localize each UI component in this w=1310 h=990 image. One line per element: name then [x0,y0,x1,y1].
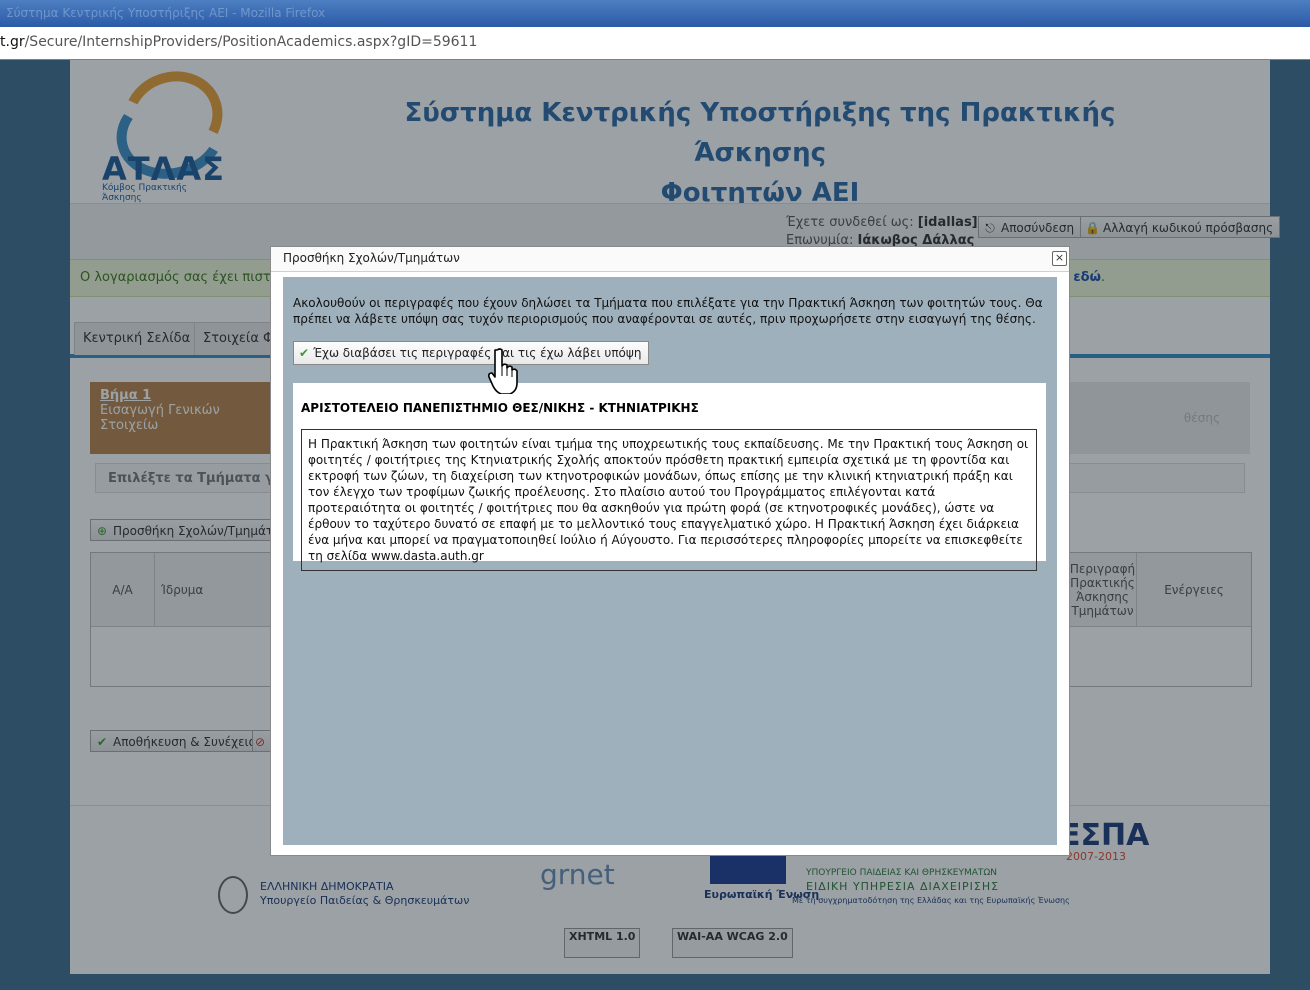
university-name: ΑΡΙΣΤΟΤΕΛΕΙΟ ΠΑΝΕΠΙΣΤΗΜΙΟ ΘΕΣ/ΝΙΚΗΣ - ΚΤ… [301,401,699,415]
browser-title: Σύστημα Κεντρικής Υποστήριξης ΑΕΙ - Mozi… [6,6,326,20]
dialog-title: Προσθήκη Σχολών/Τμημάτων [283,251,460,265]
descriptions-panel: ΑΡΙΣΤΟΤΕΛΕΙΟ ΠΑΝΕΠΙΣΤΗΜΙΟ ΘΕΣ/ΝΙΚΗΣ - ΚΤ… [293,383,1046,571]
address-url[interactable]: t.gr/Secure/InternshipProviders/Position… [0,34,477,50]
url-path: /Secure/InternshipProviders/PositionAcad… [24,34,478,50]
address-bar[interactable]: t.gr/Secure/InternshipProviders/Position… [0,27,1310,60]
dialog-intro: Ακολουθούν οι περιγραφές που έχουν δηλώσ… [293,296,1043,326]
browser-titlebar: Σύστημα Κεντρικής Υποστήριξης ΑΕΙ - Mozi… [0,0,1310,27]
dialog-body: Ακολουθούν οι περιγραφές που έχουν δηλώσ… [283,277,1057,845]
add-schools-dialog: Προσθήκη Σχολών/Τμημάτων × Ακολουθούν οι… [270,246,1070,856]
dialog-titlebar[interactable]: Προσθήκη Σχολών/Τμημάτων × [271,247,1069,272]
check-icon: ✔ [299,346,310,360]
acknowledge-label: Έχω διαβάσει τις περιγραφές και τις έχω … [313,346,642,360]
department-description: Η Πρακτική Άσκηση των φοιτητών είναι τμή… [301,429,1037,571]
close-icon[interactable]: × [1052,251,1067,266]
acknowledge-button[interactable]: ✔ Έχω διαβάσει τις περιγραφές και τις έχω… [293,341,650,365]
url-host: t.gr [0,34,25,50]
hand-cursor-icon [488,348,518,394]
